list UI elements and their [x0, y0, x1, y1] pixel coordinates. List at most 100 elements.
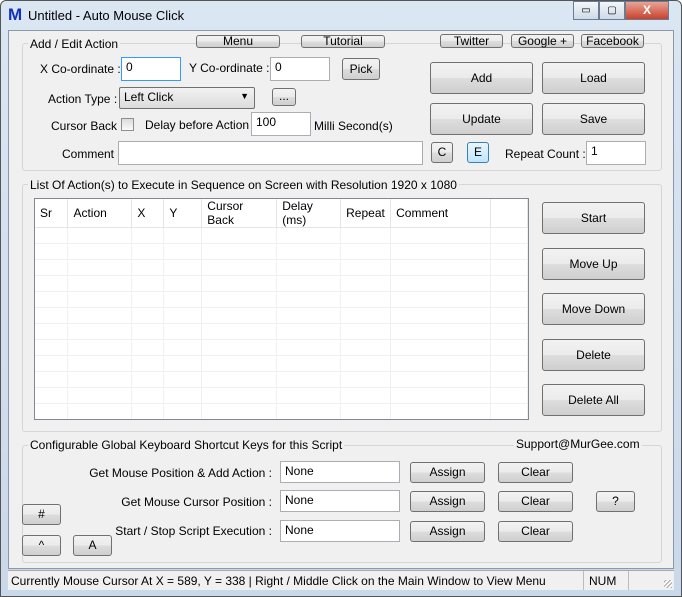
table-cell: [276, 387, 342, 404]
repeat-count-input[interactable]: 1: [586, 141, 646, 165]
cursor-back-checkbox[interactable]: [121, 118, 134, 131]
table-cell: [276, 339, 342, 356]
delete-button[interactable]: Delete: [542, 339, 645, 371]
table-cell: [35, 275, 69, 292]
table-cell: [67, 275, 133, 292]
shortcut-input-cursor-position[interactable]: None: [280, 490, 400, 512]
table-cell: [490, 339, 528, 356]
clear-button-add-action[interactable]: Clear: [498, 462, 573, 483]
column-header-repeat[interactable]: Repeat: [340, 199, 392, 228]
clear-button-cursor-position[interactable]: Clear: [498, 491, 573, 512]
table-cell: [35, 227, 69, 244]
facebook-button[interactable]: Facebook: [581, 34, 644, 48]
table-cell: [163, 275, 203, 292]
support-email-link[interactable]: Support@MurGee.com: [514, 437, 642, 451]
table-cell: [35, 323, 69, 340]
table-cell: [390, 291, 491, 308]
table-row[interactable]: [35, 227, 528, 244]
table-cell: [35, 403, 69, 419]
start-button[interactable]: Start: [542, 202, 645, 234]
update-button[interactable]: Update: [430, 103, 533, 135]
table-cell: [276, 403, 342, 419]
table-cell: [67, 291, 133, 308]
column-header-filler: [490, 199, 528, 228]
num-lock-indicator: NUM: [589, 574, 617, 588]
table-cell: [35, 371, 69, 388]
status-divider: [583, 571, 584, 590]
table-row[interactable]: [35, 275, 528, 292]
comment-input[interactable]: [118, 141, 423, 165]
e-button[interactable]: E: [467, 142, 489, 163]
table-row[interactable]: [35, 371, 528, 388]
table-cell: [131, 259, 165, 276]
twitter-button[interactable]: Twitter: [440, 34, 503, 48]
table-row[interactable]: [35, 307, 528, 324]
assign-button-add-action[interactable]: Assign: [410, 462, 485, 483]
move-up-button[interactable]: Move Up: [542, 248, 645, 280]
column-header-y[interactable]: Y: [163, 199, 203, 228]
assign-button-start-stop[interactable]: Assign: [410, 521, 485, 542]
table-cell: [490, 387, 528, 404]
table-cell: [340, 355, 392, 372]
column-header-comment[interactable]: Comment: [390, 199, 491, 228]
save-button[interactable]: Save: [542, 103, 645, 135]
table-cell: [35, 387, 69, 404]
table-cell: [67, 323, 133, 340]
table-cell: [340, 227, 392, 244]
column-header-action[interactable]: Action: [67, 199, 133, 228]
load-button[interactable]: Load: [542, 62, 645, 94]
table-cell: [276, 275, 342, 292]
add-button[interactable]: Add: [430, 62, 533, 94]
column-header-x[interactable]: X: [131, 199, 165, 228]
shortcut-input-add-action[interactable]: None: [280, 461, 400, 483]
table-row[interactable]: [35, 387, 528, 404]
hash-button[interactable]: #: [22, 504, 61, 525]
table-row[interactable]: [35, 403, 528, 419]
resize-grip-icon[interactable]: [664, 580, 672, 588]
table-cell: [35, 243, 69, 260]
delay-input[interactable]: 100: [251, 112, 311, 136]
close-button[interactable]: X: [625, 1, 669, 20]
tutorial-button[interactable]: Tutorial: [301, 35, 385, 48]
add-edit-group-label: Add / Edit Action: [28, 37, 121, 51]
table-cell: [67, 371, 133, 388]
minimize-button[interactable]: ▭: [573, 1, 599, 20]
menu-button[interactable]: Menu: [196, 35, 280, 48]
table-cell: [131, 403, 165, 419]
table-row[interactable]: [35, 243, 528, 260]
table-row[interactable]: [35, 323, 528, 340]
table-cell: [390, 307, 491, 324]
a-button[interactable]: A: [73, 535, 112, 556]
table-cell: [67, 307, 133, 324]
maximize-button[interactable]: ▢: [599, 1, 625, 20]
shortcut-input-start-stop[interactable]: None: [280, 520, 400, 542]
move-down-button[interactable]: Move Down: [542, 293, 645, 325]
table-cell: [201, 371, 278, 388]
table-cell: [35, 291, 69, 308]
column-header-delay[interactable]: Delay (ms): [276, 199, 342, 228]
action-list-table[interactable]: Sr Action X Y Cursor Back Delay (ms) Rep…: [34, 198, 529, 420]
y-coordinate-input[interactable]: 0: [270, 57, 330, 81]
action-list-group-label: List Of Action(s) to Execute in Sequence…: [28, 178, 459, 192]
table-cell: [163, 323, 203, 340]
table-row[interactable]: [35, 291, 528, 308]
table-row[interactable]: [35, 259, 528, 276]
column-header-sr[interactable]: Sr: [35, 199, 69, 228]
delete-all-button[interactable]: Delete All: [542, 384, 645, 416]
assign-button-cursor-position[interactable]: Assign: [410, 491, 485, 512]
action-type-select[interactable]: Left Click ▼: [119, 87, 255, 109]
clear-button-start-stop[interactable]: Clear: [498, 521, 573, 542]
action-options-button[interactable]: ...: [272, 88, 296, 106]
help-button[interactable]: ?: [596, 491, 635, 512]
table-row[interactable]: [35, 355, 528, 372]
c-button[interactable]: C: [431, 142, 453, 163]
column-header-cursor-back[interactable]: Cursor Back: [201, 199, 278, 228]
caret-button[interactable]: ^: [22, 535, 61, 556]
chevron-down-icon: ▼: [240, 91, 249, 101]
table-cell: [131, 387, 165, 404]
x-coordinate-input[interactable]: 0: [121, 57, 181, 81]
pick-button[interactable]: Pick: [342, 58, 380, 80]
google-plus-button[interactable]: Google +: [511, 34, 574, 48]
table-cell: [340, 259, 392, 276]
table-row[interactable]: [35, 339, 528, 356]
